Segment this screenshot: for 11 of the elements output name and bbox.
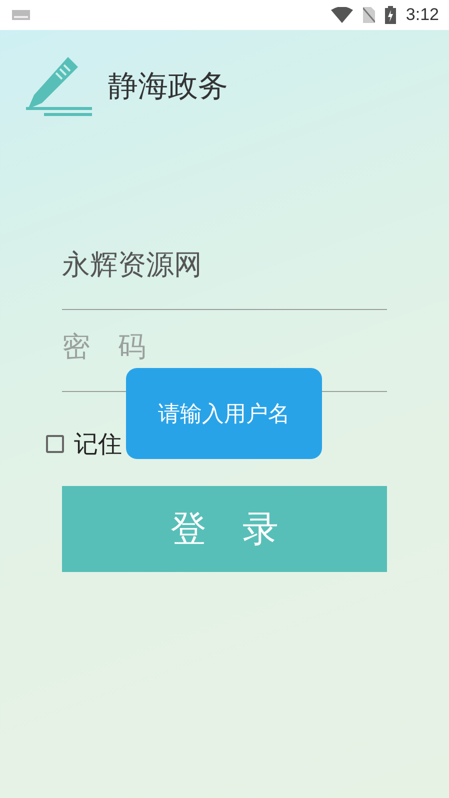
pencil-icon xyxy=(26,55,92,117)
battery-charging-icon xyxy=(384,6,396,24)
no-sim-icon xyxy=(362,7,375,23)
app-title: 静海政务 xyxy=(108,68,228,106)
keyboard-icon xyxy=(12,10,30,20)
username-field[interactable]: 永辉资源网 xyxy=(62,228,387,310)
wifi-icon xyxy=(330,7,353,23)
status-time: 3:12 xyxy=(406,5,439,25)
remember-label: 记住 xyxy=(74,429,122,460)
toast-message: 请输入用户名 xyxy=(126,368,322,459)
remember-checkbox[interactable] xyxy=(46,435,64,453)
